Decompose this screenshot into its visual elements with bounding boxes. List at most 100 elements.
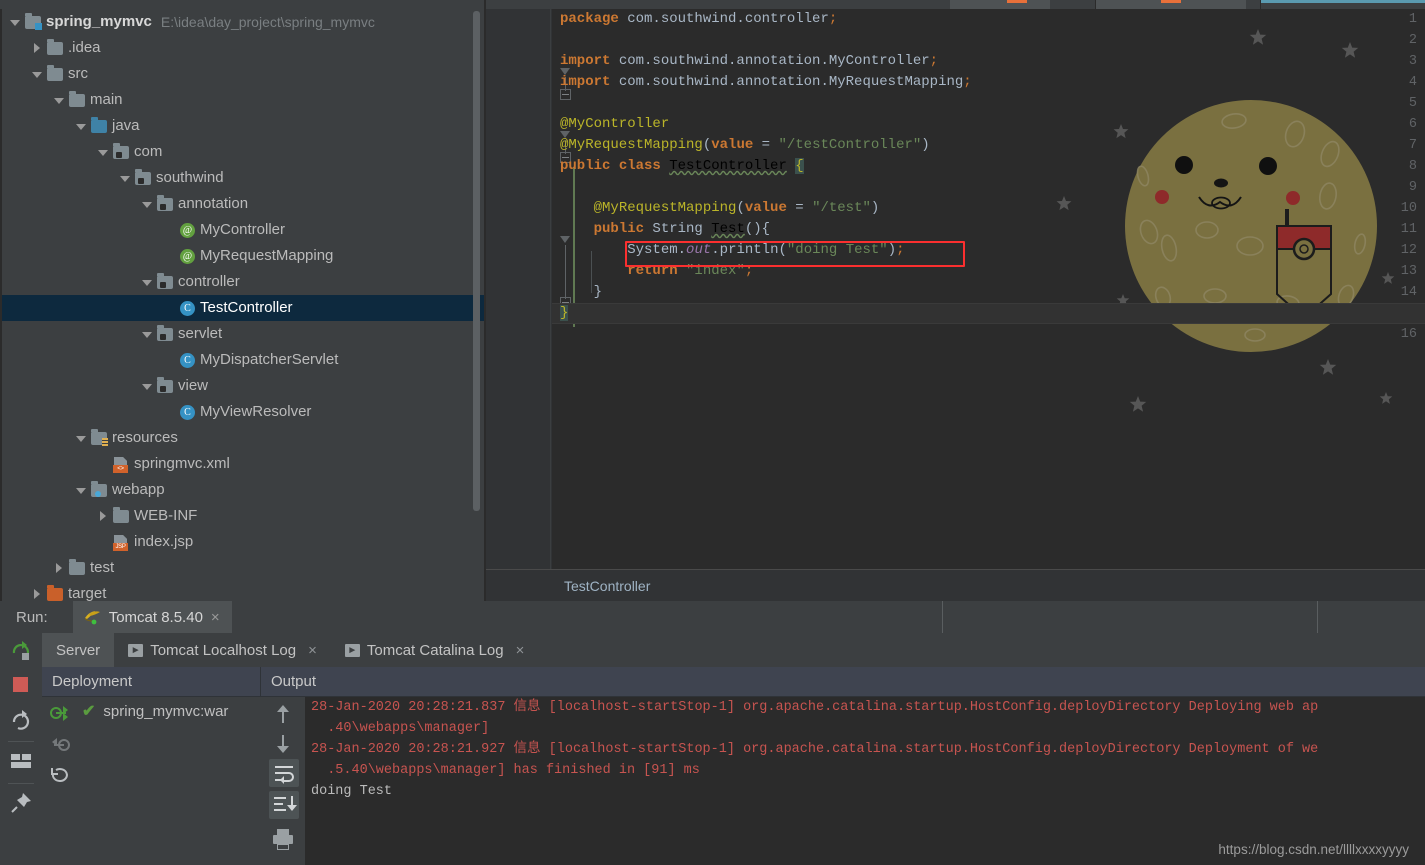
run-tab-server[interactable]: Server — [42, 633, 115, 667]
chevron-down-icon[interactable] — [142, 329, 153, 340]
chevron-down-icon[interactable] — [32, 69, 43, 80]
editor-breadcrumb[interactable]: TestController — [486, 569, 1425, 601]
editor-tab-fragment[interactable] — [950, 0, 1050, 9]
chevron-right-icon[interactable] — [54, 562, 65, 574]
soft-wrap-icon[interactable] — [269, 759, 299, 787]
tree-row-testcontroller[interactable]: C TestController — [0, 295, 484, 321]
code-editor[interactable]: 12345678910111213141516 package com.sout… — [486, 9, 1425, 569]
project-tree-scrollbar[interactable] — [473, 11, 480, 511]
close-icon[interactable]: × — [308, 642, 317, 659]
chevron-down-icon[interactable] — [54, 95, 65, 106]
chevron-down-icon[interactable] — [76, 433, 87, 444]
deployment-artifact-row[interactable]: ✔ spring_mymvc:war — [82, 701, 228, 721]
run-tab-tomcat-catalina-log[interactable]: ► Tomcat Catalina Log × — [331, 633, 539, 667]
folder-icon — [112, 507, 130, 525]
code-line[interactable]: } — [560, 303, 1425, 324]
run-configuration-tab[interactable]: Tomcat 8.5.40 × — [72, 601, 232, 633]
scroll-to-end-icon[interactable] — [269, 791, 299, 819]
code-line[interactable]: return "index"; — [560, 261, 1425, 282]
tree-row-index-jsp[interactable]: JSP index.jsp — [0, 529, 484, 555]
tree-row-main[interactable]: main — [0, 87, 484, 113]
tree-row-mycontroller[interactable]: @ MyController — [0, 217, 484, 243]
close-icon[interactable]: × — [516, 642, 525, 659]
deployment-column-header[interactable]: Deployment — [42, 667, 260, 697]
code-line[interactable]: System.out.println("doing Test"); — [560, 240, 1425, 261]
tree-row-annotation[interactable]: annotation — [0, 191, 484, 217]
layout-icon[interactable] — [9, 749, 33, 773]
code-line[interactable]: } — [560, 282, 1425, 303]
breadcrumb-class[interactable]: TestController — [564, 578, 650, 594]
code-token: out — [686, 242, 712, 258]
code-line[interactable] — [560, 30, 1425, 51]
redeploy-icon[interactable] — [48, 766, 72, 793]
tree-row-resources[interactable]: resources — [0, 425, 484, 451]
output-column-header[interactable]: Output — [261, 667, 1425, 697]
up-arrow-icon[interactable] — [269, 701, 297, 729]
code-line[interactable]: @MyRequestMapping(value = "/test") — [560, 198, 1425, 219]
console-line: .5.40\webapps\manager] has finished in [… — [311, 763, 700, 778]
code-line[interactable] — [560, 93, 1425, 114]
chevron-right-icon[interactable] — [32, 42, 43, 54]
down-arrow-icon[interactable] — [269, 729, 297, 757]
code-line[interactable]: @MyController — [560, 114, 1425, 135]
pin-icon[interactable] — [9, 791, 33, 815]
package-icon — [156, 195, 174, 213]
code-line[interactable]: package com.southwind.controller; — [560, 9, 1425, 30]
chevron-down-icon[interactable] — [76, 121, 87, 132]
deployment-panel[interactable]: ✔ spring_mymvc:war — [42, 697, 260, 865]
run-label: Run: — [16, 608, 48, 626]
tree-row-webapp[interactable]: webapp — [0, 477, 484, 503]
console-output[interactable]: 28-Jan-2020 20:28:21.837 信息 [localhost-s… — [305, 697, 1425, 865]
code-line[interactable]: import com.southwind.annotation.MyContro… — [560, 51, 1425, 72]
console-toolbar[interactable] — [261, 697, 305, 865]
chevron-down-icon[interactable] — [142, 199, 153, 210]
code-line[interactable]: @MyRequestMapping(value = "/testControll… — [560, 135, 1425, 156]
tree-row-southwind[interactable]: southwind — [0, 165, 484, 191]
code-text[interactable]: package com.southwind.controller; import… — [560, 9, 1425, 345]
code-line[interactable]: import com.southwind.annotation.MyReques… — [560, 72, 1425, 93]
tree-row-project-root[interactable]: spring_mymvc E:\idea\day_project\spring_m… — [0, 9, 484, 35]
chevron-down-icon[interactable] — [142, 277, 153, 288]
tree-label: src — [68, 65, 88, 82]
chevron-right-icon[interactable] — [98, 510, 109, 522]
close-icon[interactable]: × — [211, 609, 220, 626]
project-tool-window[interactable]: spring_mymvc E:\idea\day_project\spring_m… — [0, 9, 484, 601]
run-toolbar[interactable] — [0, 633, 42, 865]
console-scrollbar[interactable] — [1418, 697, 1425, 865]
tree-row-view[interactable]: view — [0, 373, 484, 399]
chevron-right-icon[interactable] — [32, 588, 43, 600]
chevron-down-icon[interactable] — [120, 173, 131, 184]
chevron-down-icon[interactable] — [10, 17, 21, 28]
chevron-down-icon[interactable] — [98, 147, 109, 158]
project-tree[interactable]: spring_mymvc E:\idea\day_project\spring_m… — [0, 9, 484, 601]
tree-row-target[interactable]: target — [0, 581, 484, 601]
code-line[interactable]: public class TestController { — [560, 156, 1425, 177]
tree-row-controller[interactable]: controller — [0, 269, 484, 295]
editor-gutter[interactable] — [486, 9, 552, 569]
tree-row-web-inf[interactable]: WEB-INF — [0, 503, 484, 529]
deploy-all-icon[interactable] — [48, 702, 72, 729]
tree-row--idea[interactable]: .idea — [0, 35, 484, 61]
restart-icon[interactable] — [9, 708, 33, 732]
tree-row-src[interactable]: src — [0, 61, 484, 87]
tree-row-mydispatcherservlet[interactable]: C MyDispatcherServlet — [0, 347, 484, 373]
tree-row-java[interactable]: java — [0, 113, 484, 139]
undeploy-icon[interactable] — [48, 734, 72, 761]
code-line[interactable]: public String Test(){ — [560, 219, 1425, 240]
tree-row-myviewresolver[interactable]: C MyViewResolver — [0, 399, 484, 425]
deployment-side-toolbar[interactable] — [42, 697, 80, 865]
tree-row-springmvc-xml[interactable]: <> springmvc.xml — [0, 451, 484, 477]
tree-row-servlet[interactable]: servlet — [0, 321, 484, 347]
tree-row-com[interactable]: com — [0, 139, 484, 165]
rerun-icon[interactable] — [9, 639, 33, 663]
run-panel-tabs[interactable]: Server ► Tomcat Localhost Log × ► Tomcat Cata… — [42, 633, 1425, 667]
code-line[interactable] — [560, 177, 1425, 198]
code-line[interactable] — [560, 324, 1425, 345]
chevron-down-icon[interactable] — [76, 485, 87, 496]
print-icon[interactable] — [269, 825, 297, 853]
run-tab-tomcat-localhost-log[interactable]: ► Tomcat Localhost Log × — [114, 633, 331, 667]
tree-row-myrequestmapping[interactable]: @ MyRequestMapping — [0, 243, 484, 269]
chevron-down-icon[interactable] — [142, 381, 153, 392]
stop-icon[interactable] — [9, 673, 33, 697]
tree-row-test[interactable]: test — [0, 555, 484, 581]
